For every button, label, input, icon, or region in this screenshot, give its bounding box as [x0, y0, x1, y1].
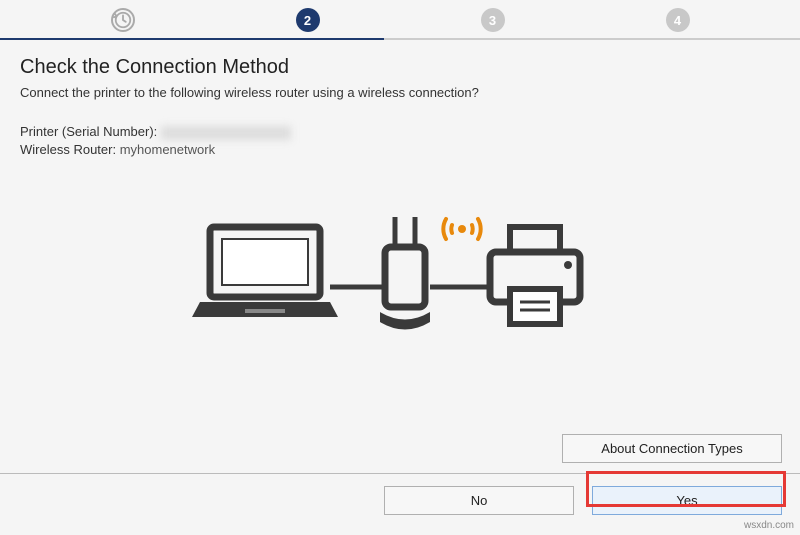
yes-button[interactable]: Yes — [592, 486, 782, 515]
laptop-icon — [192, 227, 338, 317]
printer-label: Printer (Serial Number): — [20, 124, 157, 139]
step-3: 3 — [481, 8, 505, 32]
printer-serial-value — [161, 126, 291, 140]
step-1 — [111, 8, 135, 32]
page-subtitle: Connect the printer to the following wir… — [20, 85, 780, 100]
about-connection-types-button[interactable]: About Connection Types — [562, 434, 782, 463]
step-2: 2 — [296, 8, 320, 32]
no-button[interactable]: No — [384, 486, 574, 515]
router-info-line: Wireless Router: myhomenetwork — [20, 142, 780, 157]
router-label: Wireless Router: — [20, 142, 116, 157]
wizard-stepper: 2 3 4 — [0, 0, 800, 38]
connection-diagram — [20, 197, 780, 357]
step-4: 4 — [666, 8, 690, 32]
router-icon — [380, 217, 430, 330]
footer-bar: No Yes — [0, 473, 800, 515]
watermark: wsxdn.com — [744, 520, 794, 531]
content-area: Check the Connection Method Connect the … — [0, 40, 800, 357]
diagram-svg — [190, 197, 610, 357]
printer-info-line: Printer (Serial Number): — [20, 124, 780, 140]
stepper-underline — [0, 38, 800, 40]
printer-icon — [490, 227, 580, 324]
page-title: Check the Connection Method — [20, 56, 780, 79]
stepper-progress — [0, 38, 384, 40]
clock-back-icon — [113, 9, 133, 31]
wifi-icon — [443, 219, 480, 239]
about-row: About Connection Types — [562, 434, 782, 463]
router-value: myhomenetwork — [120, 142, 215, 157]
